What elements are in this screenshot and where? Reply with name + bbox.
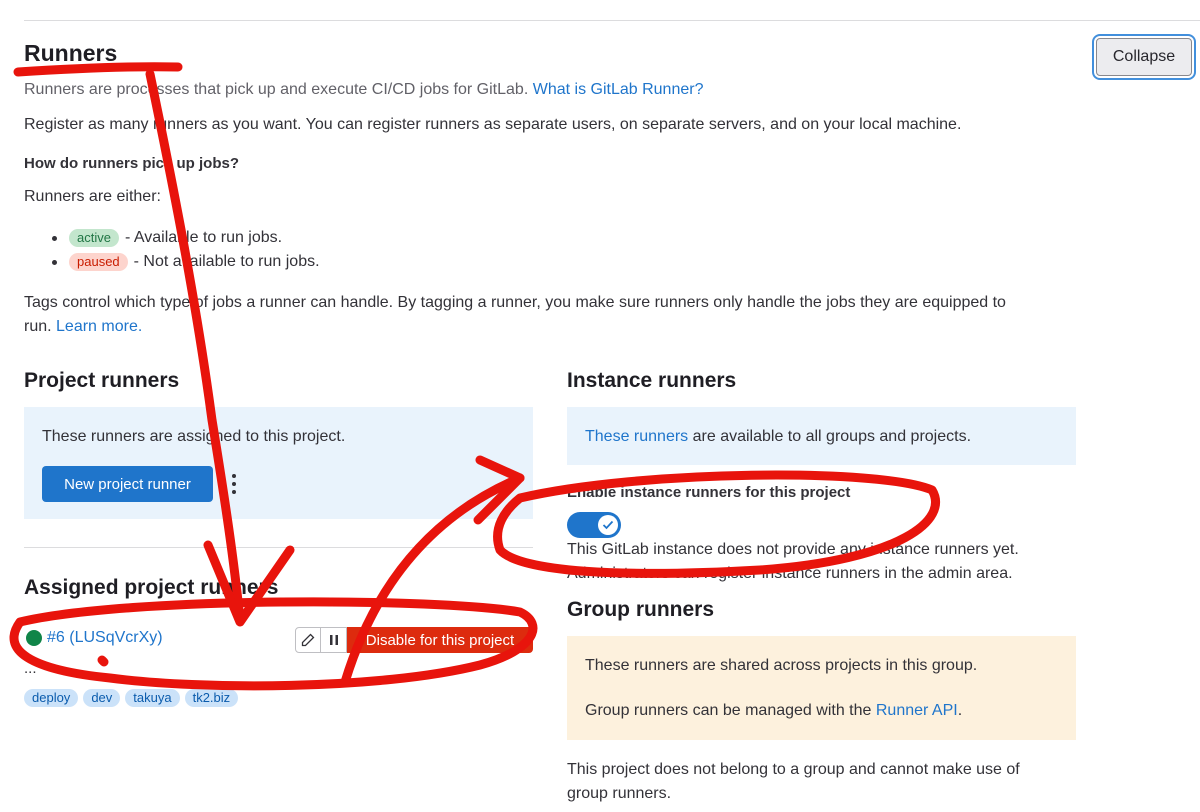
instance-runners-text: are available to all groups and projects… xyxy=(692,428,972,445)
page-title: Runners xyxy=(24,40,118,66)
intro-line-2: Register as many runners as you want. Yo… xyxy=(24,116,962,133)
tags-run-text: run. xyxy=(24,318,52,335)
enable-instance-runners-toggle[interactable] xyxy=(567,512,621,538)
instance-runners-title: Instance runners xyxy=(567,369,737,392)
intro-line-1: Runners are processes that pick up and e… xyxy=(24,78,703,102)
project-runners-panel xyxy=(24,407,533,519)
tags-line-1: Tags control which type of jobs a runner… xyxy=(24,294,1006,311)
tag-badge: takuya xyxy=(125,689,180,707)
instance-note-2: Administrators can register instance run… xyxy=(567,565,1013,582)
tag-badge: deploy xyxy=(24,689,79,707)
these-runners-link[interactable]: These runners xyxy=(585,428,688,445)
how-pick-up-heading: How do runners pick up jobs? xyxy=(24,155,240,172)
pause-icon[interactable] xyxy=(321,627,347,653)
section-divider xyxy=(24,547,533,548)
kebab-icon[interactable] xyxy=(228,474,240,494)
list-item: paused - Not available to run jobs. xyxy=(52,250,320,274)
assigned-runners-title: Assigned project runners xyxy=(24,576,279,599)
runner-description: ... xyxy=(24,660,37,677)
list-item: active - Available to run jobs. xyxy=(52,226,320,250)
new-project-runner-button[interactable]: New project runner xyxy=(42,466,213,502)
instance-runners-description: These runners are available to all group… xyxy=(585,425,971,449)
disable-for-project-button[interactable]: Disable for this project xyxy=(347,627,533,653)
group-runners-panel xyxy=(567,636,1076,740)
runner-link[interactable]: #6 (LUSqVcrXy) xyxy=(47,627,163,649)
project-runners-description: These runners are assigned to this proje… xyxy=(42,428,346,445)
what-is-runner-link[interactable]: What is GitLab Runner? xyxy=(533,81,704,98)
pencil-icon[interactable] xyxy=(295,627,321,653)
status-text: - Not available to run jobs. xyxy=(133,253,320,270)
group-runners-line-2: Group runners can be managed with the Ru… xyxy=(585,699,962,723)
top-divider xyxy=(24,20,1200,21)
enable-instance-runners-label: Enable instance runners for this project xyxy=(567,484,851,501)
title-underline-stroke xyxy=(13,62,183,77)
status-list: active - Available to run jobs. paused -… xyxy=(52,226,320,274)
group-runners-text: Group runners can be managed with the xyxy=(585,702,872,719)
group-footer-1: This project does not belong to a group … xyxy=(567,761,1020,778)
collapse-button[interactable]: Collapse xyxy=(1096,38,1192,76)
active-badge: active xyxy=(69,229,119,247)
tag-badge: dev xyxy=(83,689,121,707)
instance-note-1: This GitLab instance does not provide an… xyxy=(567,541,1019,558)
status-text: - Available to run jobs. xyxy=(124,229,283,246)
group-runners-title: Group runners xyxy=(567,598,715,621)
learn-more-link[interactable]: Learn more. xyxy=(56,318,142,335)
period-text: . xyxy=(957,702,963,719)
project-runners-title: Project runners xyxy=(24,369,180,392)
check-icon xyxy=(598,515,618,535)
runner-api-link[interactable]: Runner API xyxy=(876,702,958,719)
group-footer-2: group runners. xyxy=(567,785,672,802)
group-runners-line-1: These runners are shared across projects… xyxy=(585,657,978,674)
runners-either-text: Runners are either: xyxy=(24,188,161,205)
runner-tags: deploy dev takuya tk2.biz xyxy=(24,689,239,707)
intro-text: Runners are processes that pick up and e… xyxy=(24,81,529,98)
online-status-icon xyxy=(26,630,42,646)
tags-line-2: run. Learn more. xyxy=(24,315,142,339)
paused-badge: paused xyxy=(69,253,128,271)
tag-badge: tk2.biz xyxy=(184,689,239,707)
